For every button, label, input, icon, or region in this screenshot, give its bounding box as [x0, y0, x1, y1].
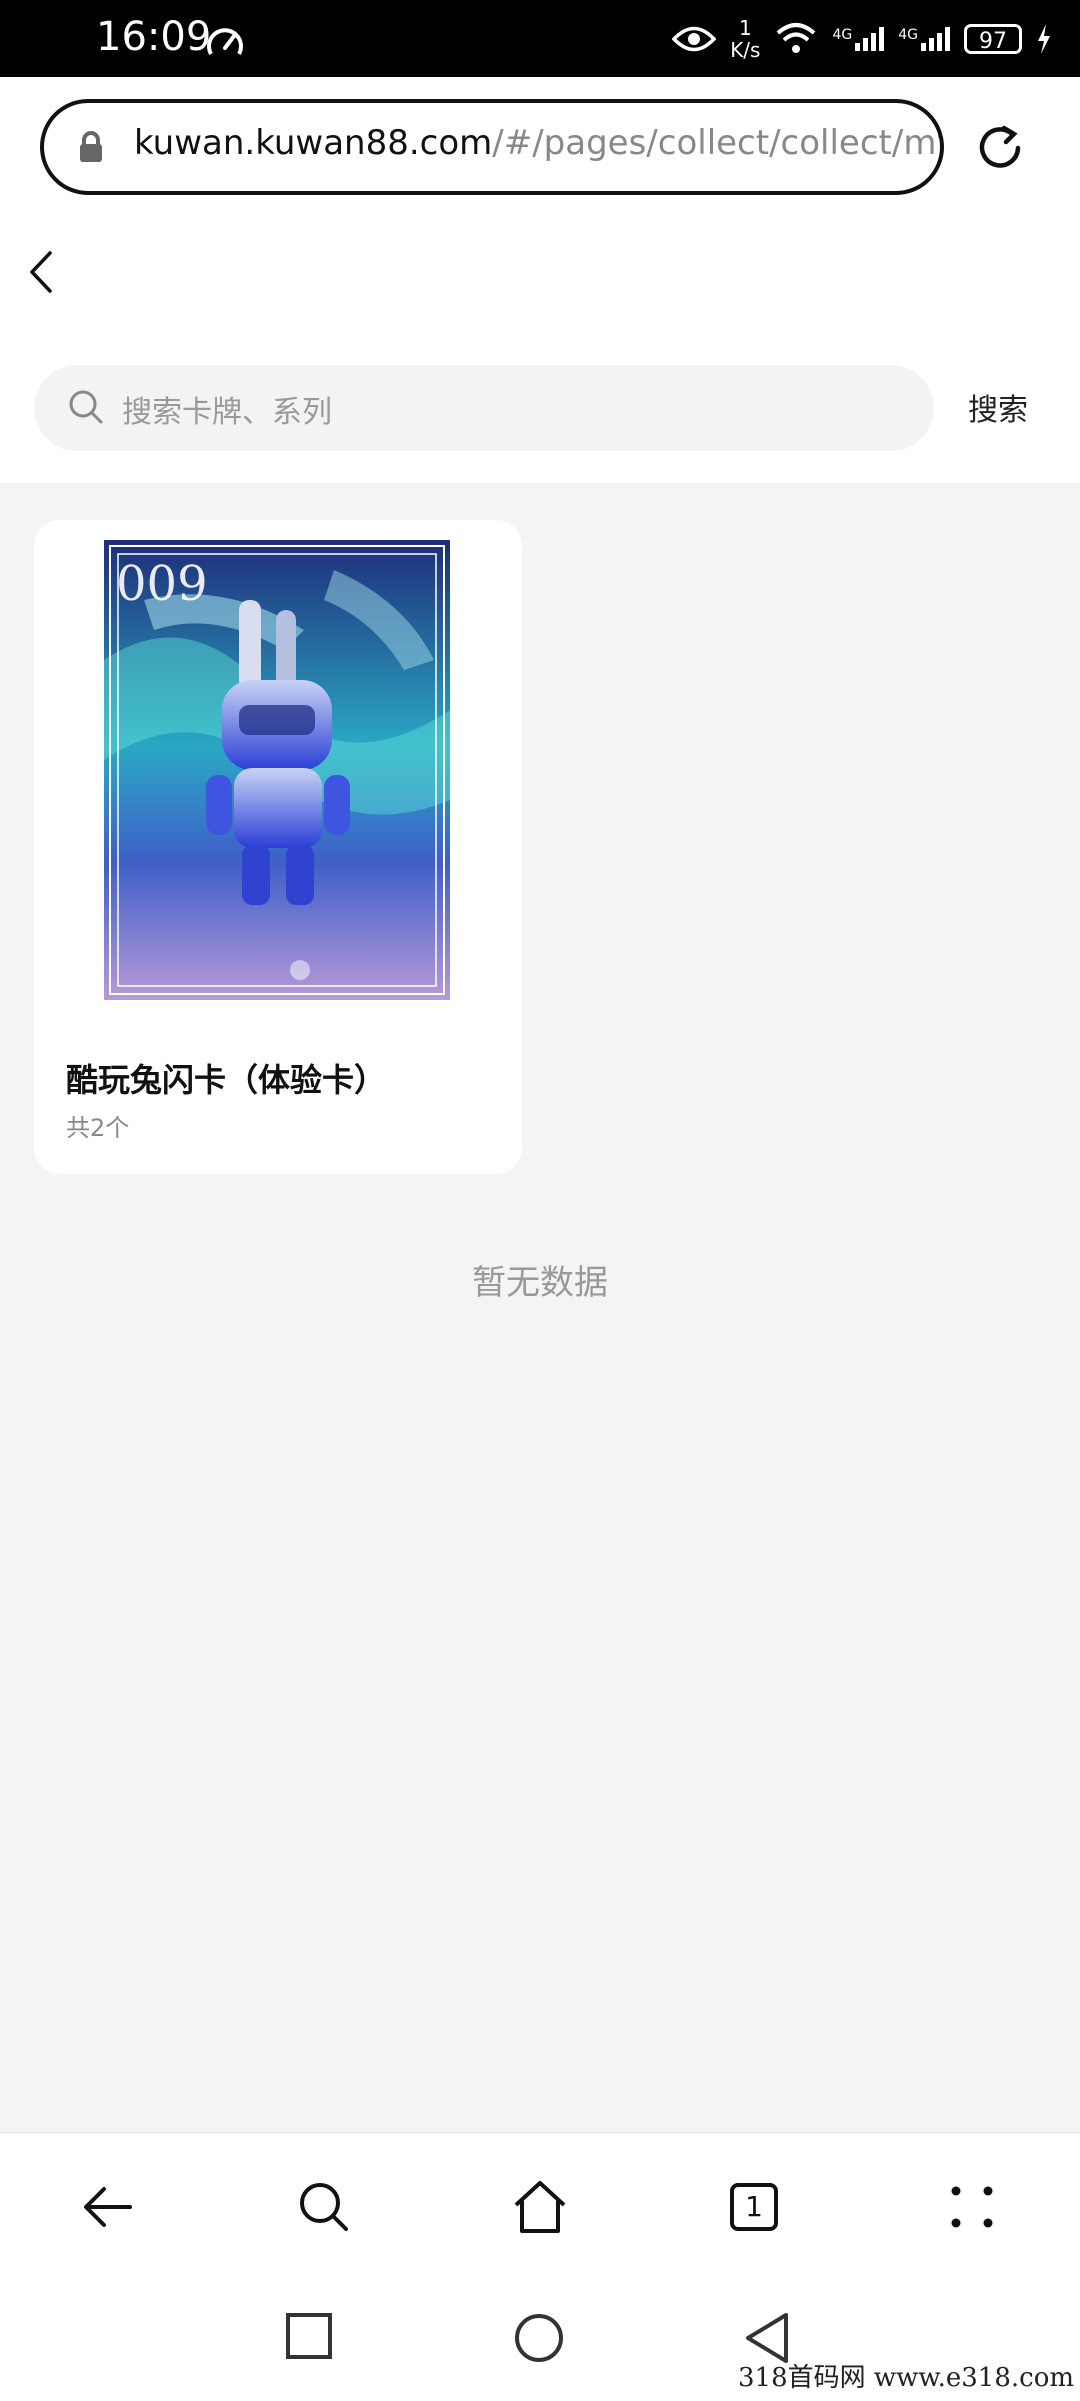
browser-toolbar: kuwan.kuwan88.com/#/pages/collect/collec…: [0, 77, 1080, 217]
net-speed: 1 K/s: [730, 16, 761, 62]
collection-card[interactable]: 009 酷玩兔闪卡（体验卡） 共2个: [34, 520, 522, 1174]
home-circle-icon[interactable]: [512, 2311, 566, 2365]
back-arrow-icon[interactable]: [26, 249, 56, 295]
status-bar: 16:09 1 K/s 4G 4G 97: [0, 0, 1080, 77]
wifi-icon: [777, 23, 816, 53]
watermark: 318首码网 www.e318.com: [738, 2363, 1074, 2393]
nav-back-icon[interactable]: [78, 2177, 138, 2237]
url-text: kuwan.kuwan88.com/#/pages/collect/collec…: [134, 123, 944, 163]
reload-icon[interactable]: [974, 122, 1026, 174]
battery-indicator: 97: [964, 24, 1022, 54]
speedometer-icon: [207, 28, 243, 55]
page-header: 搜索卡牌、系列 搜索: [0, 217, 1080, 483]
recent-apps-icon[interactable]: [284, 2311, 334, 2361]
nav-menu-icon[interactable]: [942, 2177, 1002, 2237]
card-image: 009: [104, 540, 450, 1000]
nav-search-icon[interactable]: [294, 2177, 354, 2237]
lock-icon: [80, 131, 102, 162]
signal-icon-2: 4G: [898, 27, 950, 51]
search-button[interactable]: 搜索: [968, 385, 1028, 429]
search-placeholder: 搜索卡牌、系列: [122, 395, 332, 430]
search-input[interactable]: 搜索卡牌、系列: [34, 365, 934, 451]
card-title: 酷玩兔闪卡（体验卡）: [66, 1061, 387, 1099]
charging-icon: [1038, 24, 1050, 54]
empty-state-text: 暂无数据: [472, 1263, 608, 1303]
card-number: 009: [116, 556, 208, 612]
status-time: 16:09: [96, 14, 212, 60]
nav-tabs-button[interactable]: 1: [730, 2183, 778, 2231]
card-count: 共2个: [66, 1114, 130, 1142]
address-bar[interactable]: kuwan.kuwan88.com/#/pages/collect/collec…: [40, 99, 944, 195]
nav-home-icon[interactable]: [510, 2177, 570, 2237]
search-icon: [69, 390, 103, 424]
eye-icon: [672, 26, 717, 52]
signal-icon-1: 4G: [832, 27, 885, 51]
